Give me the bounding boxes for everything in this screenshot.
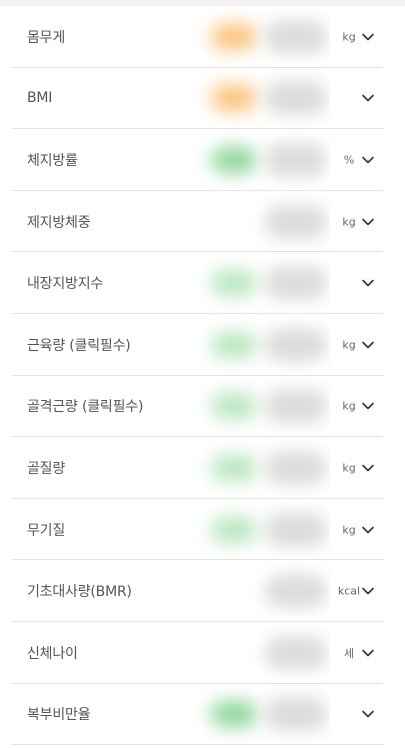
chevron-down-icon[interactable] — [361, 584, 375, 598]
blurred-value — [187, 560, 330, 622]
metric-label: 기초대사량(BMR) — [27, 584, 132, 601]
blurred-value — [187, 67, 330, 130]
chevron-down-icon[interactable] — [361, 399, 375, 413]
metric-unit: kg — [342, 399, 356, 413]
blurred-value — [187, 683, 330, 746]
metric-label: 신체나이 — [27, 645, 78, 662]
metric-label: 몸무게 — [27, 29, 66, 46]
metric-row-weight[interactable]: 몸무게 kg — [0, 6, 405, 68]
metric-label: 제지방체중 — [27, 214, 91, 231]
chevron-down-icon[interactable] — [361, 646, 375, 660]
metric-row-body-fat-rate[interactable]: 체지방률 % — [0, 129, 405, 191]
chevron-down-icon[interactable] — [361, 523, 375, 537]
metric-unit: % — [343, 153, 355, 167]
metric-unit: kg — [342, 461, 356, 475]
chevron-down-icon[interactable] — [361, 91, 375, 105]
metric-label: 복부비만율 — [27, 707, 91, 724]
blurred-value — [187, 6, 330, 68]
chevron-down-icon[interactable] — [361, 338, 375, 352]
metric-unit: kcal — [337, 584, 361, 598]
chevron-down-icon[interactable] — [361, 215, 375, 229]
metric-label: 근육량 (클릭필수) — [27, 337, 131, 354]
metric-row-bmr[interactable]: 기초대사량(BMR) kcal — [0, 560, 405, 622]
metric-unit: kg — [342, 523, 356, 537]
metric-label: 골격근량 (클릭필수) — [27, 399, 144, 416]
blurred-value — [187, 498, 330, 561]
blurred-value — [187, 621, 330, 684]
chevron-down-icon[interactable] — [361, 461, 375, 475]
metric-label: 골질량 — [27, 460, 66, 477]
metric-label: 내장지방지수 — [27, 276, 104, 293]
chevron-down-icon[interactable] — [361, 276, 375, 290]
metric-row-bmi[interactable]: BMI — [0, 67, 405, 130]
metric-row-abdominal-obesity[interactable]: 복부비만율 — [0, 683, 405, 746]
chevron-down-icon[interactable] — [361, 707, 375, 721]
blurred-value — [187, 313, 330, 376]
metric-row-muscle-mass[interactable]: 근육량 (클릭필수) kg — [0, 313, 405, 376]
metric-label: 체지방률 — [27, 152, 78, 169]
metric-row-skeletal-muscle[interactable]: 골격근량 (클릭필수) kg — [0, 375, 405, 438]
metric-row-bone-mass[interactable]: 골질량 kg — [0, 437, 405, 499]
metric-row-lean-body-mass[interactable]: 제지방체중 kg — [0, 190, 405, 253]
metric-unit: kg — [342, 215, 356, 229]
row-divider — [12, 744, 383, 746]
metric-row-minerals[interactable]: 무기질 kg — [0, 498, 405, 561]
blurred-value — [187, 375, 330, 438]
blurred-value — [187, 252, 330, 314]
blurred-value — [187, 437, 330, 499]
chevron-down-icon[interactable] — [361, 30, 375, 44]
chevron-down-icon[interactable] — [361, 153, 375, 167]
metric-unit: kg — [342, 338, 356, 352]
blurred-value — [187, 190, 330, 253]
metric-row-body-age[interactable]: 신체나이 세 — [0, 621, 405, 684]
metric-label: BMI — [27, 90, 53, 107]
metric-label: 무기질 — [27, 522, 66, 539]
body-metrics-list: 몸무게 kg BMI 체지방률 % 제지방체중 kg 내장지방지수 근육량 (클… — [0, 6, 405, 746]
blurred-value — [187, 129, 330, 191]
metric-row-visceral-fat[interactable]: 내장지방지수 — [0, 252, 405, 314]
metric-unit: 세 — [343, 646, 355, 660]
metric-unit: kg — [342, 30, 356, 44]
